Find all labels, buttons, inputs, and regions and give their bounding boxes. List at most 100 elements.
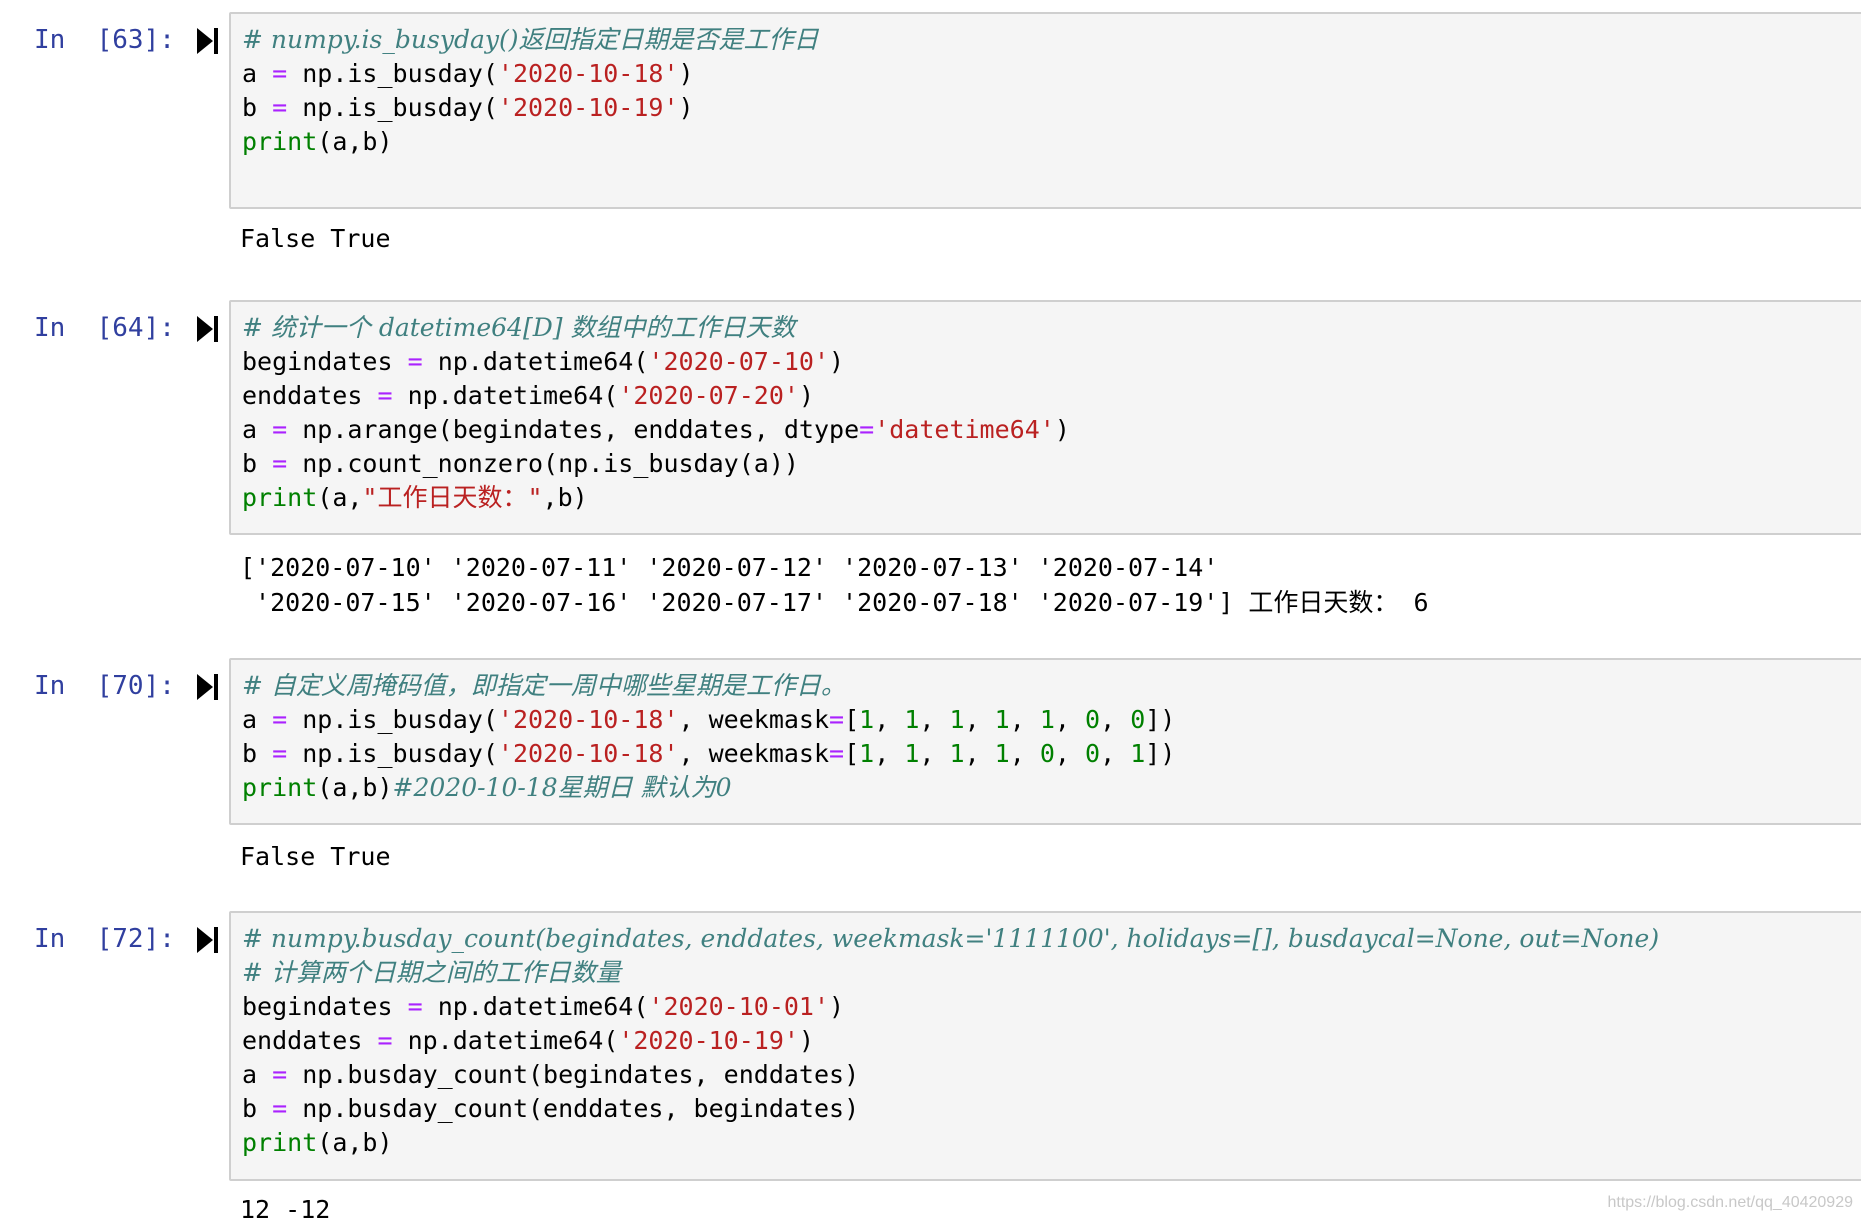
code-text: a — [242, 705, 273, 734]
code-input-area[interactable]: # numpy.is_busyday()返回指定日期是否是工作日a = np.i… — [229, 12, 1861, 209]
code-number: 1 — [949, 705, 965, 734]
code-operator: = — [407, 992, 423, 1021]
code-line[interactable]: b = np.count_nonzero(np.is_busday(a)) — [242, 447, 799, 481]
code-string: '2020-10-01' — [648, 992, 830, 1021]
code-comment: # numpy.is_busyday()返回指定日期是否是工作日 — [242, 25, 819, 54]
code-text: , — [874, 739, 905, 768]
code-number: 1 — [994, 705, 1010, 734]
code-line[interactable]: # 计算两个日期之间的工作日数量 — [242, 956, 621, 990]
code-operator: = — [272, 739, 288, 768]
code-line[interactable]: a = np.busday_count(begindates, enddates… — [242, 1058, 859, 1092]
code-operator: = — [829, 705, 845, 734]
code-text: , weekmask — [678, 739, 830, 768]
code-input-area[interactable]: # numpy.busday_count(begindates, enddate… — [229, 911, 1861, 1181]
code-line[interactable]: a = np.is_busday('2020-10-18') — [242, 57, 694, 91]
code-keyword: print — [242, 773, 318, 802]
code-string: 'datetime64' — [874, 415, 1055, 444]
code-line[interactable]: a = np.arange(begindates, enddates, dtyp… — [242, 413, 1070, 447]
code-operator: = — [272, 93, 288, 122]
code-operator: = — [829, 739, 845, 768]
code-operator: = — [377, 1026, 393, 1055]
code-number: 0 — [1085, 739, 1101, 768]
code-text: ) — [829, 347, 845, 376]
code-text: b — [242, 739, 273, 768]
code-number: 1 — [949, 739, 965, 768]
code-line[interactable]: enddates = np.datetime64('2020-07-20') — [242, 379, 814, 413]
code-text: np.busday_count(enddates, begindates) — [287, 1094, 860, 1123]
code-string: '2020-10-19' — [497, 93, 679, 122]
code-text: b — [242, 1094, 273, 1123]
code-string: '2020-10-18' — [497, 59, 679, 88]
code-text: ) — [678, 93, 694, 122]
code-line[interactable]: # numpy.busday_count(begindates, enddate… — [242, 922, 1659, 956]
code-line[interactable]: b = np.is_busday('2020-10-18', weekmask=… — [242, 737, 1175, 771]
code-line[interactable]: print(a,b) — [242, 125, 393, 159]
code-line[interactable]: a = np.is_busday('2020-10-18', weekmask=… — [242, 703, 1175, 737]
code-text: ]) — [1145, 705, 1176, 734]
code-line[interactable]: print(a,b)#2020-10-18星期日 默认为0 — [242, 771, 731, 805]
code-line[interactable]: begindates = np.datetime64('2020-07-10') — [242, 345, 844, 379]
code-line[interactable]: print(a,b) — [242, 1126, 393, 1160]
code-text: b — [242, 449, 273, 478]
code-text: [ — [844, 705, 860, 734]
cell-output: False True — [240, 224, 391, 253]
code-text: ) — [1054, 415, 1070, 444]
code-text: (a,b) — [317, 1128, 393, 1157]
code-text: np.is_busday( — [287, 705, 498, 734]
code-text: , — [1100, 739, 1131, 768]
code-line[interactable]: b = np.is_busday('2020-10-19') — [242, 91, 694, 125]
code-number: 1 — [904, 739, 920, 768]
code-text: , — [919, 705, 950, 734]
code-text: np.is_busday( — [287, 93, 498, 122]
cell-output: ['2020-07-10' '2020-07-11' '2020-07-12' … — [240, 553, 1219, 582]
code-line[interactable]: # 自定义周掩码值，即指定一周中哪些星期是工作日。 — [242, 669, 846, 703]
input-prompt: In [72]: — [34, 924, 175, 954]
code-text: ]) — [1145, 739, 1176, 768]
code-text: enddates — [242, 1026, 378, 1055]
code-line[interactable]: b = np.busday_count(enddates, begindates… — [242, 1092, 859, 1126]
code-text: b — [242, 93, 273, 122]
code-text: ,b) — [542, 483, 588, 512]
code-comment: #2020-10-18星期日 默认为0 — [392, 773, 732, 802]
input-prompt: In [70]: — [34, 671, 175, 701]
code-number: 0 — [1130, 705, 1146, 734]
code-operator: = — [859, 415, 875, 444]
code-text: np.datetime64( — [422, 347, 649, 376]
code-line[interactable]: enddates = np.datetime64('2020-10-19') — [242, 1024, 814, 1058]
code-text: (a,b) — [317, 773, 393, 802]
code-operator: = — [272, 449, 288, 478]
code-text: a — [242, 415, 273, 444]
code-text: a — [242, 1060, 273, 1089]
code-text: np.datetime64( — [422, 992, 649, 1021]
code-operator: = — [272, 1060, 288, 1089]
code-text: , — [1009, 705, 1040, 734]
run-cell-icon[interactable] — [197, 674, 219, 700]
code-text: , — [1100, 705, 1131, 734]
code-operator: = — [377, 381, 393, 410]
code-comment: # 自定义周掩码值，即指定一周中哪些星期是工作日。 — [242, 671, 846, 700]
code-comment: # 计算两个日期之间的工作日数量 — [242, 958, 621, 987]
code-text: begindates — [242, 992, 408, 1021]
code-line[interactable]: begindates = np.datetime64('2020-10-01') — [242, 990, 844, 1024]
code-keyword: print — [242, 127, 318, 156]
code-text: np.busday_count(begindates, enddates) — [287, 1060, 860, 1089]
code-comment: # 统计一个 datetime64[D] 数组中的工作日天数 — [242, 313, 796, 342]
code-input-area[interactable]: # 统计一个 datetime64[D] 数组中的工作日天数 begindates… — [229, 300, 1861, 535]
code-line[interactable]: print(a,"工作日天数：",b) — [242, 481, 588, 515]
code-operator: = — [272, 1094, 288, 1123]
code-operator: = — [407, 347, 423, 376]
code-text: , — [1009, 739, 1040, 768]
cell-output: False True — [240, 842, 391, 871]
code-line[interactable]: # 统计一个 datetime64[D] 数组中的工作日天数 — [242, 311, 795, 345]
code-string: '2020-10-18' — [497, 705, 679, 734]
code-input-area[interactable]: # 自定义周掩码值，即指定一周中哪些星期是工作日。 a = np.is_busda… — [229, 658, 1861, 825]
code-text: , weekmask — [678, 705, 830, 734]
run-cell-icon[interactable] — [197, 927, 219, 953]
run-cell-icon[interactable] — [197, 28, 219, 54]
code-text: np.is_busday( — [287, 59, 498, 88]
code-number: 1 — [859, 739, 875, 768]
code-text: , — [964, 739, 995, 768]
code-text: , — [1054, 739, 1086, 768]
code-line[interactable]: # numpy.is_busyday()返回指定日期是否是工作日 — [242, 23, 818, 57]
run-cell-icon[interactable] — [197, 316, 219, 342]
